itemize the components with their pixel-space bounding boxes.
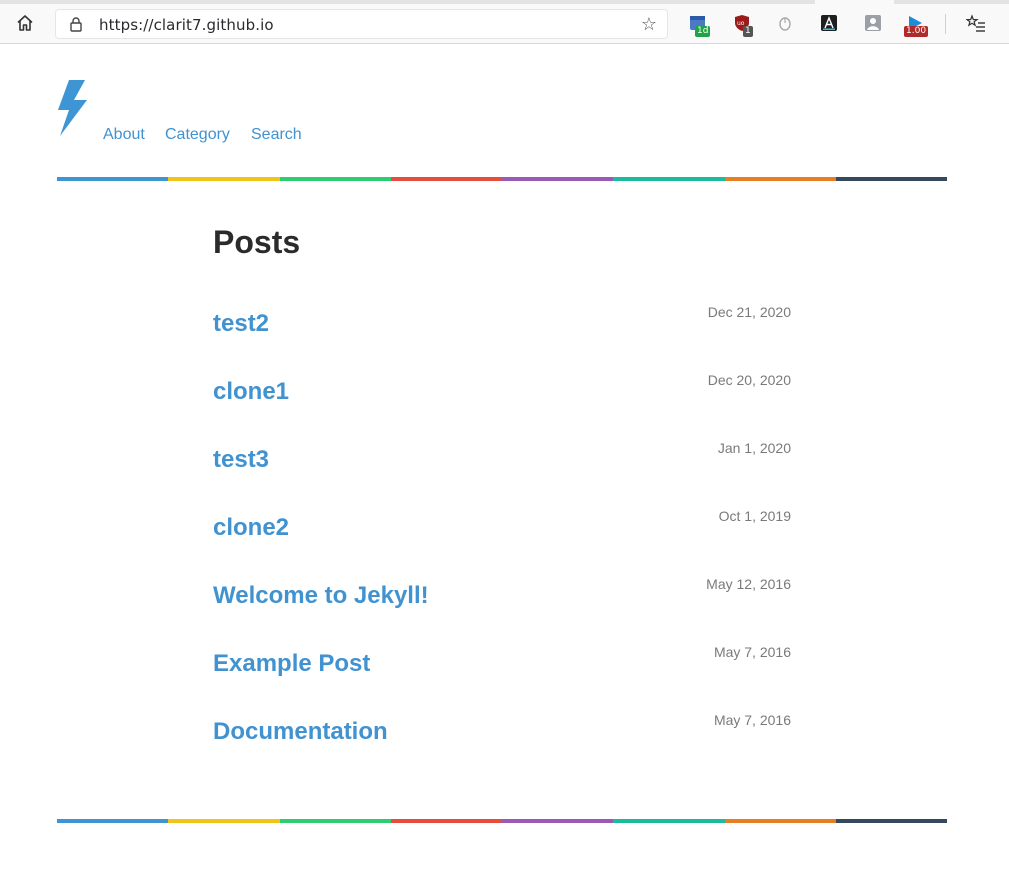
post-date: Jan 1, 2020	[717, 440, 791, 456]
post-title-link[interactable]: clone1	[213, 378, 289, 406]
browser-toolbar: https://clarit7.github.io ☆ 1d uo 1 1.00	[0, 0, 1009, 44]
post-date: Dec 20, 2020	[707, 372, 791, 388]
profile-extension-icon[interactable]	[864, 14, 884, 34]
post-item: Documentation May 7, 2016	[213, 712, 791, 752]
post-item: clone2 Oct 1, 2019	[213, 508, 791, 548]
post-date: May 7, 2016	[713, 712, 791, 728]
bookmark-star-icon[interactable]: ☆	[641, 14, 657, 35]
calendar-extension-icon[interactable]: 1d	[689, 14, 711, 37]
toolbar-separator	[945, 14, 946, 34]
post-date: May 12, 2016	[706, 576, 791, 592]
nav-link-category[interactable]: Category	[165, 126, 230, 144]
post-item: Welcome to Jekyll! May 12, 2016	[213, 576, 791, 616]
rainbow-segment	[390, 177, 502, 181]
rainbow-segment	[168, 177, 280, 181]
post-title-link[interactable]: Documentation	[213, 718, 388, 746]
tab-strip	[0, 0, 1009, 4]
post-title-link[interactable]: Welcome to Jekyll!	[213, 582, 429, 610]
home-icon[interactable]	[14, 12, 36, 34]
post-date: Oct 1, 2019	[718, 508, 791, 524]
rainbow-segment	[279, 177, 391, 181]
calendar-badge: 1d	[695, 26, 711, 37]
url-bar[interactable]: https://clarit7.github.io ☆	[55, 9, 668, 39]
rainbow-segment	[279, 819, 391, 823]
rainbow-segment	[835, 819, 947, 823]
nav-link-search[interactable]: Search	[251, 126, 302, 144]
post-title-link[interactable]: test3	[213, 446, 269, 474]
nav-link-about[interactable]: About	[103, 126, 145, 144]
video-speed-badge: 1.00	[904, 26, 929, 37]
ublock-badge: 1	[743, 26, 753, 37]
video-speed-icon[interactable]: 1.00	[904, 14, 929, 37]
post-item: test2 Dec 21, 2020	[213, 304, 791, 344]
rainbow-divider-bottom	[57, 819, 947, 823]
rainbow-segment	[168, 819, 280, 823]
dark-reader-icon[interactable]	[820, 14, 840, 34]
rainbow-segment	[502, 177, 614, 181]
rainbow-segment	[57, 819, 169, 823]
rainbow-segment	[502, 819, 614, 823]
post-item: test3 Jan 1, 2020	[213, 440, 791, 480]
post-item: Example Post May 7, 2016	[213, 644, 791, 684]
rainbow-divider-top	[57, 177, 947, 181]
rainbow-segment	[724, 819, 836, 823]
post-date: May 7, 2016	[713, 644, 791, 660]
rainbow-segment	[613, 819, 725, 823]
rainbow-segment	[613, 177, 725, 181]
rainbow-segment	[835, 177, 947, 181]
rainbow-segment	[390, 819, 502, 823]
mouse-gesture-icon[interactable]	[777, 14, 797, 34]
lock-icon[interactable]	[68, 16, 84, 32]
ublock-icon[interactable]: uo 1	[733, 14, 753, 37]
lightning-bolt-logo-icon[interactable]	[57, 80, 87, 136]
post-title-link[interactable]: Example Post	[213, 650, 370, 678]
post-item: clone1 Dec 20, 2020	[213, 372, 791, 412]
bookmarks-menu-icon[interactable]	[966, 14, 986, 34]
post-title-link[interactable]: test2	[213, 310, 269, 338]
rainbow-segment	[724, 177, 836, 181]
url-text[interactable]: https://clarit7.github.io	[99, 16, 274, 34]
post-title-link[interactable]: clone2	[213, 514, 289, 542]
active-tab-indicator[interactable]	[815, 0, 894, 4]
page-title: Posts	[213, 224, 301, 260]
post-date: Dec 21, 2020	[707, 304, 791, 320]
rainbow-segment	[57, 177, 169, 181]
